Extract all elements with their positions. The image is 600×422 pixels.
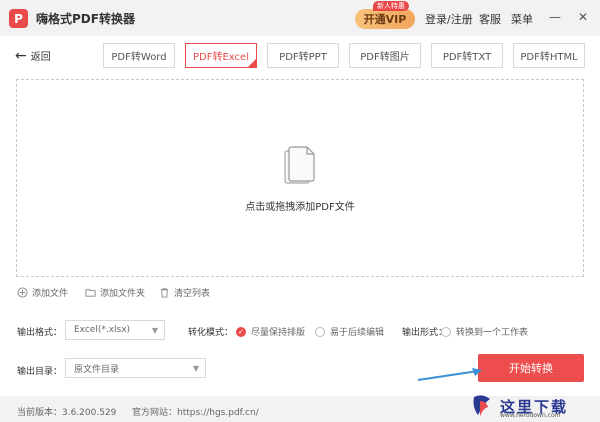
- tab-pdf-to-ppt[interactable]: PDF转PPT: [267, 43, 339, 68]
- radio-unchecked-icon: [441, 326, 451, 337]
- mode-keep-layout-radio[interactable]: ✓ 尽量保持排版: [236, 325, 305, 338]
- watermark-url: www.herodown.com: [500, 412, 561, 419]
- website-text: 官方网站：https://hgs.pdf.cn/: [132, 408, 259, 418]
- tab-pdf-to-html[interactable]: PDF转HTML: [513, 43, 585, 68]
- tab-label: PDF转Excel: [193, 52, 249, 63]
- plus-circle-icon: [17, 287, 28, 298]
- output-format-value: Excel(*.xlsx): [74, 325, 131, 335]
- vip-button[interactable]: 开通VIP: [355, 9, 415, 29]
- close-icon[interactable]: ✕: [576, 10, 590, 24]
- arrow-left-icon: ←: [15, 47, 27, 64]
- output-format-select[interactable]: Excel(*.xlsx) ▼: [65, 320, 165, 340]
- single-sheet-label: 转换到一个工作表: [456, 328, 529, 338]
- mode-easy-edit-label: 易于后续编辑: [330, 328, 385, 338]
- folder-icon: [85, 289, 96, 297]
- tab-pdf-to-excel[interactable]: PDF转Excel: [185, 43, 257, 68]
- add-file-label: 添加文件: [32, 289, 69, 299]
- conversion-mode-label: 转化模式：: [188, 328, 234, 338]
- customer-service-link[interactable]: 客服: [479, 11, 501, 27]
- tab-pdf-to-word[interactable]: PDF转Word: [103, 43, 175, 68]
- add-folder-button[interactable]: 添加文件夹: [85, 286, 145, 299]
- version-text: 当前版本：3.6.200.529: [17, 408, 117, 418]
- add-folder-label: 添加文件夹: [100, 289, 146, 299]
- vip-promo-badge: 新人特惠: [373, 1, 409, 11]
- start-convert-button[interactable]: 开始转换: [478, 354, 584, 382]
- back-label: 返回: [30, 52, 51, 63]
- output-dir-label: 输出目录：: [17, 367, 63, 377]
- chevron-down-icon: ▼: [192, 364, 199, 373]
- clear-list-button[interactable]: 清空列表: [159, 286, 210, 299]
- app-title: 嗨格式PDF转换器: [36, 12, 135, 26]
- active-corner-icon: [247, 58, 257, 68]
- menu-link[interactable]: 菜单: [511, 11, 533, 27]
- chevron-down-icon: ▼: [151, 326, 158, 335]
- add-file-button[interactable]: 添加文件: [17, 286, 68, 299]
- mode-keep-layout-label: 尽量保持排版: [251, 328, 306, 338]
- output-dir-value: 原文件目录: [74, 364, 120, 375]
- output-dir-select[interactable]: 原文件目录 ▼: [65, 358, 206, 378]
- watermark-logo-icon: [473, 395, 490, 417]
- output-format-label: 输出格式：: [17, 328, 63, 338]
- trash-icon: [160, 288, 169, 298]
- document-stack-icon: [284, 146, 315, 184]
- mode-easy-edit-radio[interactable]: 易于后续编辑: [315, 325, 384, 338]
- radio-checked-icon: ✓: [236, 326, 246, 337]
- tab-pdf-to-image[interactable]: PDF转图片: [349, 43, 421, 68]
- login-register-link[interactable]: 登录/注册: [425, 11, 473, 27]
- app-logo-icon: P: [9, 9, 28, 28]
- single-sheet-radio[interactable]: 转换到一个工作表: [441, 325, 528, 338]
- pointer-arrow-icon: [417, 368, 482, 381]
- radio-unchecked-icon: [315, 326, 325, 337]
- drop-zone-hint: 点击或拖拽添加PDF文件: [245, 202, 355, 213]
- tab-pdf-to-txt[interactable]: PDF转TXT: [431, 43, 503, 68]
- back-button[interactable]: ← 返回: [15, 47, 51, 64]
- clear-list-label: 清空列表: [174, 289, 211, 299]
- minimize-icon[interactable]: —: [548, 10, 562, 24]
